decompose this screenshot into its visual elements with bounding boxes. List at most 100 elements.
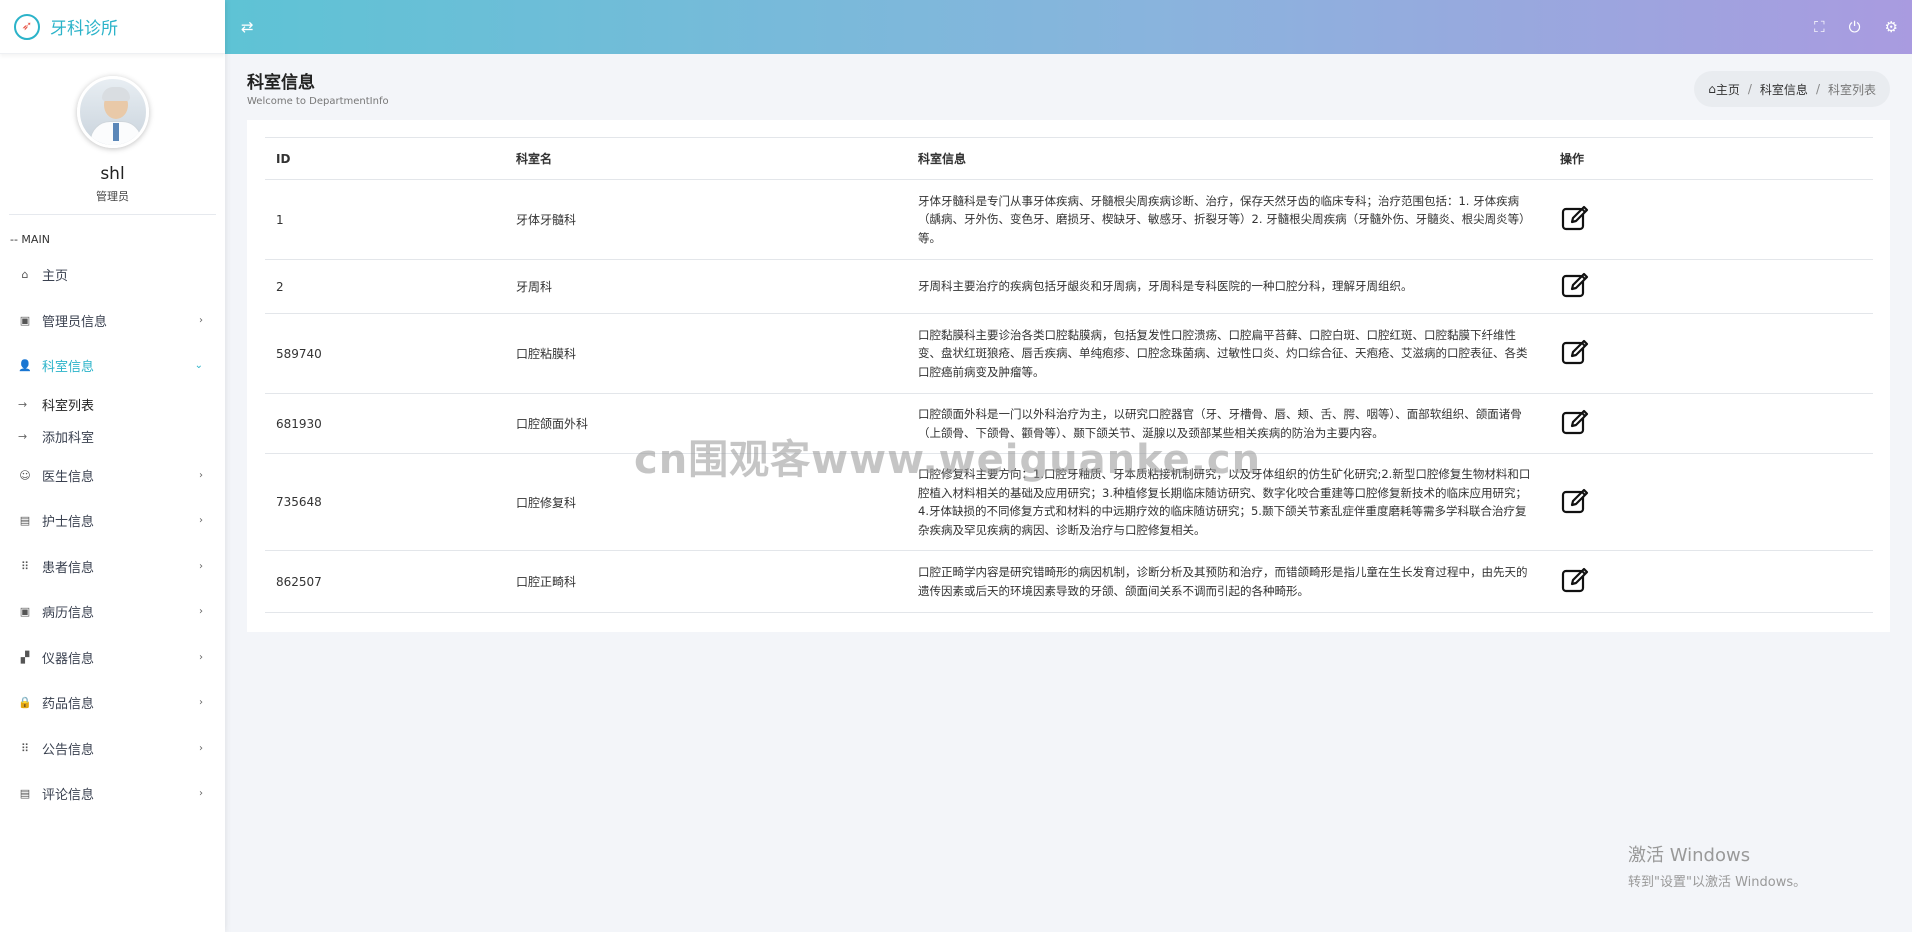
arrow-icon: → (18, 398, 28, 411)
table-header-row: ID 科室名 科室信息 操作 (265, 137, 1873, 180)
section-label: -- MAIN (10, 233, 50, 246)
sidebar-item-label: 仪器信息 (42, 651, 95, 667)
blocks-icon: ▞ (20, 650, 30, 664)
sidebar-item-instrument[interactable]: ▞ 仪器信息 › (0, 635, 225, 681)
sidebar-nav: ⌂ 主页 ▣ 管理员信息 › 👤 科室信息 ⌄ → 科室列表 → 添加科室 ☺ … (0, 252, 225, 817)
sidebar-item-label: 药品信息 (42, 697, 95, 713)
cell-action (1549, 313, 1873, 394)
chevron-right-icon: › (199, 742, 203, 754)
table-row: 2 牙周科 牙周科主要治疗的疾病包括牙龈炎和牙周病，牙周科是专科医院的一种口腔分… (265, 259, 1873, 314)
home-icon: ⌂ (21, 268, 29, 282)
chevron-right-icon: › (199, 469, 203, 481)
cell-name: 牙周科 (505, 259, 907, 314)
sidebar-item-label: 患者信息 (42, 560, 95, 576)
chevron-right-icon: › (199, 651, 203, 663)
user-role: 管理员 (96, 190, 129, 203)
sidebar-item-admin[interactable]: ▣ 管理员信息 › (0, 298, 225, 344)
gear-icon[interactable]: ⚙ (1885, 18, 1898, 36)
cell-id: 2 (265, 259, 505, 314)
cell-id: 589740 (265, 313, 505, 394)
username: shl (100, 164, 125, 184)
chevron-right-icon: › (199, 560, 203, 572)
breadcrumb-separator: / (1815, 82, 1820, 96)
power-icon[interactable]: ⏻ (1849, 18, 1861, 36)
page-header: 科室信息 Welcome to DepartmentInfo ⌂ 主页 / 科室… (247, 54, 1890, 116)
breadcrumb-section[interactable]: 科室信息 (1760, 81, 1808, 98)
edit-icon[interactable] (1560, 270, 1590, 300)
breadcrumb-separator: / (1747, 82, 1752, 96)
sidebar-item-patient[interactable]: ⠿ 患者信息 › (0, 544, 225, 590)
calendar-check-icon: ▣ (19, 313, 31, 327)
sidebar-item-label: 公告信息 (42, 742, 95, 758)
book-icon: ▤ (19, 514, 31, 528)
cell-name: 牙体牙髓科 (505, 179, 907, 260)
cell-id: 735648 (265, 453, 505, 551)
sidebar-subitem-label: 添加科室 (42, 431, 95, 446)
column-header-id: ID (265, 137, 505, 180)
breadcrumb-current: 科室列表 (1827, 82, 1876, 97)
page-title: 科室信息 (247, 73, 315, 93)
table-row: 1 牙体牙髓科 牙体牙髓科是专门从事牙体疾病、牙髓根尖周疾病诊断、治疗，保存天然… (265, 179, 1873, 260)
grid-icon: ⠿ (20, 559, 30, 573)
sidebar-subitem-department-list[interactable]: → 科室列表 (0, 389, 225, 421)
sidebar-item-label: 科室信息 (42, 360, 95, 376)
cell-info: 牙体牙髓科是专门从事牙体疾病、牙髓根尖周疾病诊断、治疗，保存天然牙齿的临床专科；… (907, 179, 1549, 260)
cell-action (1549, 453, 1873, 551)
user-icon: ☺ (19, 468, 31, 482)
main-content: 科室信息 Welcome to DepartmentInfo ⌂ 主页 / 科室… (247, 54, 1890, 632)
column-header-name: 科室名 (505, 137, 907, 180)
compass-icon: ➶ (14, 13, 40, 40)
sidebar: ➶ 牙科诊所 shl 管理员 -- MAIN ⌂ 主页 ▣ 管理员信息 › 👤 … (0, 0, 225, 932)
sidebar-item-comment[interactable]: ▤ 评论信息 › (0, 771, 225, 817)
sidebar-item-label: 主页 (42, 269, 69, 285)
chevron-down-icon: ⌄ (194, 360, 203, 372)
grid-icon: ⠿ (20, 741, 30, 755)
sidebar-item-medicine[interactable]: 🔒 药品信息 › (0, 680, 225, 726)
sidebar-item-department[interactable]: 👤 科室信息 ⌄ (0, 343, 225, 389)
sidebar-item-doctor[interactable]: ☺ 医生信息 › (0, 453, 225, 499)
table-row: 589740 口腔粘膜科 口腔黏膜科主要诊治各类口腔黏膜病，包括复发性口腔溃疡、… (265, 313, 1873, 394)
watermark: cn围观客www.weiguanke.cn (634, 437, 1262, 483)
sidebar-item-home[interactable]: ⌂ 主页 (0, 252, 225, 298)
cell-action (1549, 179, 1873, 260)
department-table-card: ID 科室名 科室信息 操作 1 牙体牙髓科 牙体牙髓科是专门从事牙体疾病、牙髓… (247, 120, 1890, 632)
cell-action (1549, 259, 1873, 314)
sidebar-subitem-add-department[interactable]: → 添加科室 (0, 421, 225, 453)
swap-icon[interactable]: ⇄ (241, 18, 254, 36)
sidebar-item-nurse[interactable]: ▤ 护士信息 › (0, 498, 225, 544)
edit-icon[interactable] (1560, 407, 1590, 437)
windows-activation-notice: 激活 Windows 转到"设置"以激活 Windows。 (1628, 841, 1806, 890)
breadcrumb: ⌂ 主页 / 科室信息 / 科室列表 (1694, 71, 1890, 107)
sidebar-item-label: 病历信息 (42, 606, 95, 622)
department-table: ID 科室名 科室信息 操作 1 牙体牙髓科 牙体牙髓科是专门从事牙体疾病、牙髓… (265, 137, 1873, 613)
fullscreen-icon[interactable]: ⛶ (1814, 18, 1825, 36)
sidebar-item-record[interactable]: ▣ 病历信息 › (0, 589, 225, 635)
column-header-action: 操作 (1549, 137, 1873, 180)
sidebar-item-label: 护士信息 (42, 515, 95, 531)
edit-icon[interactable] (1560, 565, 1590, 595)
cell-name: 口腔粘膜科 (505, 313, 907, 394)
profile: shl 管理员 (0, 54, 225, 204)
sidebar-subitem-label: 科室列表 (42, 399, 95, 414)
edit-icon[interactable] (1560, 337, 1590, 367)
windows-activation-title: 激活 Windows (1628, 845, 1751, 866)
cell-id: 681930 (265, 393, 505, 454)
sidebar-item-label: 管理员信息 (42, 314, 108, 330)
arrow-icon: → (18, 430, 28, 443)
user-plus-icon: 👤 (18, 359, 32, 373)
brand-title: 牙科诊所 (50, 19, 118, 39)
brand[interactable]: ➶ 牙科诊所 (0, 0, 225, 54)
avatar[interactable] (76, 76, 149, 148)
cell-action (1549, 550, 1873, 613)
chevron-right-icon: › (199, 314, 203, 326)
sidebar-item-notice[interactable]: ⠿ 公告信息 › (0, 726, 225, 772)
cell-info: 口腔正畸学内容是研究错畸形的病因机制，诊断分析及其预防和治疗，而错颌畸形是指儿童… (907, 550, 1549, 613)
cell-id: 1 (265, 179, 505, 260)
edit-icon[interactable] (1560, 203, 1590, 233)
page-subtitle: Welcome to DepartmentInfo (247, 96, 389, 107)
edit-icon[interactable] (1560, 486, 1590, 516)
topbar: ⇄ ⛶ ⏻ ⚙ (225, 0, 1912, 54)
lock-icon: 🔒 (18, 696, 32, 710)
breadcrumb-home[interactable]: 主页 (1716, 81, 1740, 98)
cell-info: 牙周科主要治疗的疾病包括牙龈炎和牙周病，牙周科是专科医院的一种口腔分科，理解牙周… (907, 259, 1549, 314)
